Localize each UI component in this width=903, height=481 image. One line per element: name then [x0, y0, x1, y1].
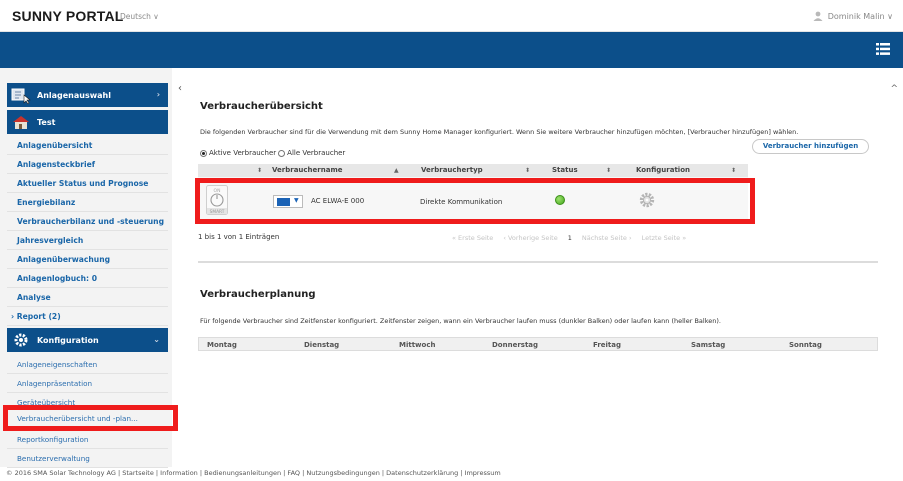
configuration-label: Konfiguration — [37, 335, 99, 345]
user-icon — [813, 11, 823, 21]
sidebar-sub-benutzerverwaltung[interactable]: Benutzerverwaltung — [7, 450, 168, 468]
pager-first[interactable]: « Erste Seite — [452, 234, 493, 242]
house-icon — [10, 111, 32, 133]
sidebar-item-jahresvergleich[interactable]: Jahresvergleich — [7, 232, 168, 250]
plant-select-header[interactable]: Anlagenauswahl › — [7, 83, 168, 107]
sort-icon[interactable]: ⬍ — [257, 164, 262, 177]
footer-links[interactable]: © 2016 SMA Solar Technology AG | Startse… — [0, 469, 903, 481]
day-saturday: Samstag — [691, 341, 726, 349]
sort-icon[interactable]: ⬍ — [606, 164, 611, 177]
collapse-sidebar-button[interactable]: ‹ — [173, 82, 187, 96]
pager-next[interactable]: Nächste Seite › — [582, 234, 632, 242]
day-thursday: Donnerstag — [492, 341, 539, 349]
column-header-name[interactable]: Verbrauchername — [272, 164, 343, 177]
pager-previous[interactable]: ‹ Vorherige Seite — [503, 234, 557, 242]
sidebar-item-analyse[interactable]: Analyse — [7, 289, 168, 307]
radio-all-consumers[interactable] — [278, 149, 286, 157]
sidebar-item-energiebilanz[interactable]: Energiebilanz — [7, 194, 168, 212]
sidebar-item-report[interactable]: › Report (2) — [7, 308, 168, 326]
radio-active-label: Aktive Verbraucher — [209, 149, 277, 157]
pager-last[interactable]: Letzte Seite » — [642, 234, 687, 242]
pager-current-page[interactable]: 1 — [568, 234, 572, 242]
consumer-table-header: ⬍ Verbrauchername ▲ Verbrauchertyp ⬍ Sta… — [198, 164, 748, 177]
plant-select-icon — [10, 84, 32, 106]
chevron-right-icon: › — [156, 90, 160, 99]
day-friday: Freitag — [593, 341, 622, 349]
sidebar-item-status-prognose[interactable]: Aktueller Status und Prognose — [7, 175, 168, 193]
sidebar-sub-reportkonfiguration[interactable]: Reportkonfiguration — [7, 431, 168, 449]
sidebar-sub-anlagenpraesentation[interactable]: Anlagenpräsentation — [7, 375, 168, 393]
consumer-filter: Aktive Verbraucher Alle Verbraucher — [200, 149, 345, 157]
sidebar-item-anlagenlogbuch[interactable]: Anlagenlogbuch: 0 — [7, 270, 168, 288]
highlight-box-consumer-row — [195, 178, 755, 224]
sidebar-item-anlagenuebersicht[interactable]: Anlagenübersicht — [7, 137, 168, 155]
radio-all-label: Alle Verbraucher — [287, 149, 346, 157]
column-header-status[interactable]: Status — [552, 164, 578, 177]
menu-list-icon[interactable] — [876, 43, 890, 55]
planning-table-header: Montag Dienstag Mittwoch Donnerstag Frei… — [198, 337, 878, 351]
radio-active-consumers[interactable] — [200, 149, 207, 157]
day-monday: Montag — [207, 341, 237, 349]
chevron-down-icon: ⌄ — [153, 335, 160, 344]
page-title: Verbraucherübersicht — [200, 101, 323, 112]
sidebar-item-anlagensteckbrief[interactable]: Anlagensteckbrief — [7, 156, 168, 174]
sunny-portal-logo[interactable]: SUNNY PORTAL — [12, 8, 124, 24]
sort-asc-icon[interactable]: ▲ — [394, 164, 399, 177]
planning-title: Verbraucherplanung — [200, 289, 316, 300]
configuration-header[interactable]: Konfiguration ⌄ — [7, 328, 168, 352]
sort-icon[interactable]: ⬍ — [731, 164, 736, 177]
wrench-gear-icon — [10, 329, 32, 351]
plant-header[interactable]: Test — [7, 110, 168, 134]
sidebar-sub-anlageneigenschaften[interactable]: Anlageneigenschaften — [7, 356, 168, 374]
sidebar-item-anlagenueberwachung[interactable]: Anlagenüberwachung — [7, 251, 168, 269]
day-sunday: Sonntag — [789, 341, 822, 349]
user-name: Dominik Malin ∨ — [827, 11, 893, 21]
sidebar-item-verbraucherbilanz[interactable]: Verbraucherbilanz und -steuerung — [7, 213, 168, 231]
navigation-band — [0, 32, 903, 68]
add-consumer-button[interactable]: Verbraucher hinzufügen — [752, 139, 869, 154]
column-header-configuration[interactable]: Konfiguration — [636, 164, 690, 177]
day-tuesday: Dienstag — [304, 341, 340, 349]
user-menu[interactable]: Dominik Malin ∨ — [813, 11, 893, 21]
planning-description: Für folgende Verbraucher sind Zeitfenste… — [200, 317, 721, 325]
column-header-type[interactable]: Verbrauchertyp — [421, 164, 483, 177]
day-wednesday: Mittwoch — [399, 341, 436, 349]
sort-icon[interactable]: ⬍ — [525, 164, 530, 177]
section-divider — [198, 261, 878, 263]
entries-count: 1 bis 1 von 1 Einträgen — [198, 233, 280, 241]
overview-description: Die folgenden Verbraucher sind für die V… — [200, 128, 799, 136]
language-select[interactable]: Deutsch ∨ — [120, 12, 159, 21]
plant-name: Test — [37, 117, 56, 127]
pagination: « Erste Seite ‹ Vorherige Seite 1 Nächst… — [452, 234, 686, 242]
plant-select-label: Anlagenauswahl — [37, 90, 111, 100]
scroll-up-icon[interactable]: ^ — [890, 84, 898, 94]
highlight-box-sidebar — [3, 405, 178, 431]
